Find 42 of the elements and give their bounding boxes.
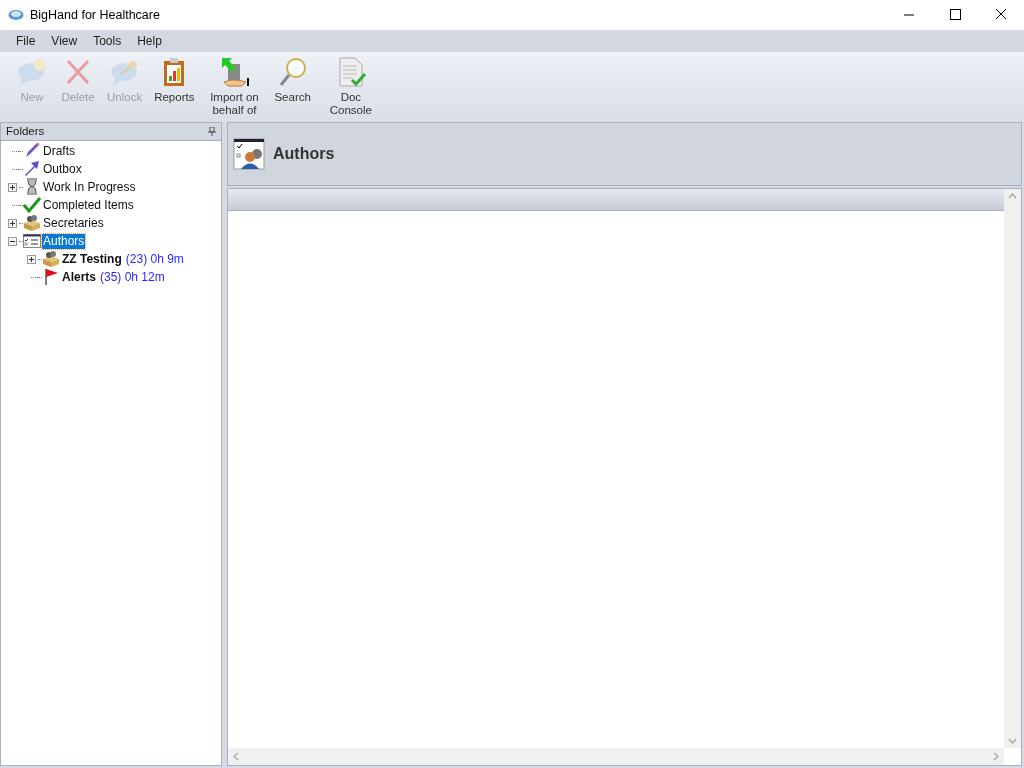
scroll-down-icon[interactable] (1008, 738, 1017, 744)
folder-item[interactable]: Work In Progress (42, 179, 137, 195)
pencil-icon (23, 142, 41, 160)
menu-item[interactable]: File (8, 32, 44, 50)
horizontal-scrollbar[interactable] (228, 748, 1004, 765)
item-count: (23) 0h 9m (125, 251, 184, 268)
pin-icon[interactable] (208, 127, 216, 136)
menu-item[interactable]: Tools (85, 32, 130, 50)
item-count: (35) 0h 12m (100, 269, 165, 286)
menu-item[interactable]: View (43, 32, 86, 50)
window-title: BigHand for Healthcare (30, 6, 160, 24)
vertical-scrollbar[interactable] (1004, 189, 1021, 748)
scroll-left-icon[interactable] (233, 752, 239, 761)
checklist-icon (23, 232, 41, 250)
expand-icon[interactable] (27, 254, 36, 264)
folder-item[interactable]: ZZ Testing (61, 251, 123, 267)
check-icon (23, 196, 41, 214)
scroll-right-icon[interactable] (993, 752, 999, 761)
toolbar-button[interactable]: Search (269, 56, 316, 104)
folder-item[interactable]: Drafts (42, 143, 76, 159)
scroll-up-icon[interactable] (1008, 193, 1017, 199)
expand-icon[interactable] (8, 218, 17, 228)
folder-item[interactable]: Completed Items (42, 197, 135, 213)
menu-item[interactable]: Help (129, 32, 170, 50)
content-title: Authors (273, 144, 335, 164)
collapse-icon[interactable] (8, 236, 17, 246)
flag-icon (42, 268, 60, 286)
folder-item[interactable]: Secretaries (42, 215, 105, 231)
toolbar-button[interactable]: Reports (149, 56, 200, 104)
folder-item[interactable]: Alerts (61, 269, 97, 285)
box-people-icon (23, 214, 41, 232)
expand-icon[interactable] (8, 182, 17, 192)
app-logo-icon (8, 9, 24, 21)
panel-title: Folders (6, 123, 45, 139)
folder-item[interactable]: Authors (42, 233, 86, 249)
toolbar-button[interactable]: Import on behalf of (201, 56, 268, 117)
toolbar-button[interactable]: Doc Console (317, 56, 384, 117)
arrow-icon (23, 160, 41, 178)
new-icon (16, 56, 48, 88)
authors-icon (233, 138, 265, 170)
box-people-icon (42, 250, 60, 268)
folder-item[interactable]: Outbox (42, 161, 83, 177)
